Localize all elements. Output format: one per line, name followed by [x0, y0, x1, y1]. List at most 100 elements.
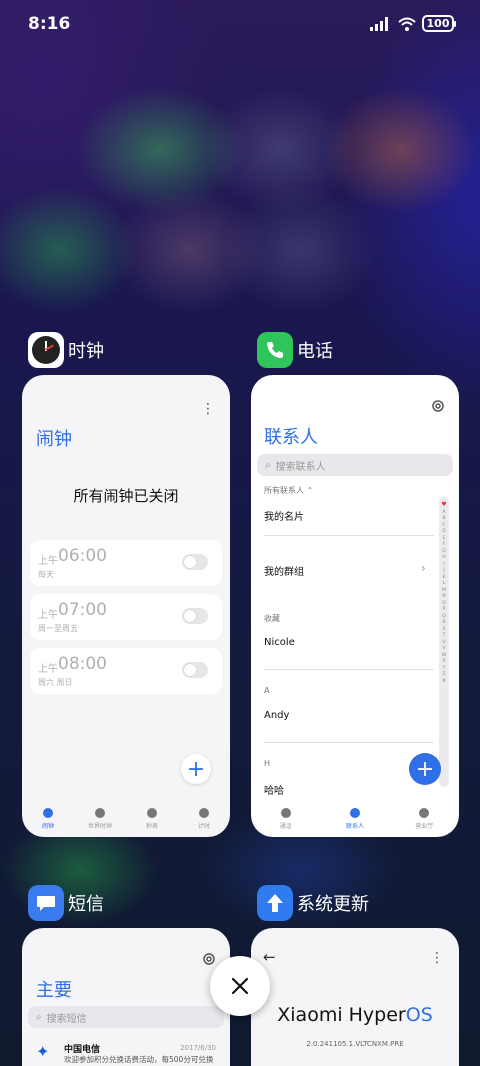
contact-row[interactable]: Nicole [264, 637, 295, 648]
battery-level: 100 [426, 17, 450, 30]
status-icons: 100 [370, 15, 456, 32]
alarm-time: 08:00 [58, 654, 107, 674]
contact-row[interactable]: 哈哈 [264, 782, 284, 797]
hourglass-icon [199, 808, 209, 818]
index-letter: I [443, 561, 445, 567]
index-letter: U [442, 639, 446, 645]
index-letter: B [442, 516, 446, 521]
settings-gear-icon[interactable] [431, 399, 445, 413]
index-letter: S [442, 626, 446, 632]
alarm-ampm: 上午 [38, 556, 58, 567]
clock-bottom-nav: 闹钟 世界时钟 秒表 计时 [22, 808, 230, 830]
os-name-accent: OS [405, 1004, 433, 1026]
nav-stopwatch[interactable]: 秒表 [127, 808, 177, 830]
alarm-toggle[interactable] [182, 554, 208, 570]
alarm-toggle[interactable] [182, 608, 208, 624]
alarm-ampm: 上午 [38, 664, 58, 675]
back-arrow-icon[interactable]: ← [263, 948, 276, 966]
heart-icon: ♥ [441, 501, 447, 508]
clock-app-name: 时钟 [68, 341, 104, 362]
alarm-days: 周六 周日 [38, 678, 73, 687]
status-bar: 8:16 100 [0, 0, 480, 50]
alarm-toggle[interactable] [182, 662, 208, 678]
nav-calls[interactable]: 通话 [261, 808, 311, 830]
index-letter: V [442, 646, 446, 651]
phone-app-name: 电话 [297, 341, 333, 362]
index-letter: M [442, 587, 446, 593]
nav-service-hall[interactable]: 营业厅 [399, 808, 449, 830]
divider [264, 535, 434, 536]
store-icon [419, 808, 430, 818]
phone-app-header[interactable]: 电话 [257, 332, 333, 368]
alarm-ampm: 上午 [38, 610, 58, 621]
nav-label: 通话 [279, 823, 292, 830]
index-letter: K [442, 574, 446, 580]
all-contacts-filter[interactable]: 所有联系人 ⌃ [264, 485, 313, 496]
close-icon [231, 977, 249, 995]
alarm-days: 每天 [38, 570, 54, 579]
sms-search-input[interactable]: ⌕ 搜索短信 [28, 1006, 224, 1028]
os-title: Xiaomi HyperOS [251, 1004, 459, 1026]
clock-app-card[interactable]: ⋮ 闹钟 所有闹钟已关闭 上午 06:00 每天 上午 07:00 周一至周五 … [22, 375, 230, 837]
alphabet-index-scrollbar[interactable]: ♥ A B C D E F G H I J K L M N O P Q R S … [439, 497, 449, 787]
nav-label: 世界时钟 [87, 823, 112, 830]
contact-row[interactable]: Andy [264, 710, 289, 721]
phone-app-card[interactable]: 联系人 ⌕ 搜索联系人 所有联系人 ⌃ 我的名片 我的群组 › 收藏 Nicol… [251, 375, 459, 837]
more-options-icon[interactable]: ⋮ [201, 401, 215, 417]
index-letter: R [442, 620, 446, 625]
alarm-row[interactable]: 上午 07:00 周一至周五 [30, 594, 222, 640]
index-letter: Z [442, 672, 446, 677]
stopwatch-icon [147, 808, 157, 818]
close-all-button[interactable] [210, 956, 270, 1016]
update-app-name: 系统更新 [297, 894, 369, 915]
search-placeholder: 搜索联系人 [275, 461, 326, 473]
index-letter: # [442, 678, 446, 684]
contacts-search-input[interactable]: ⌕ 搜索联系人 [257, 454, 453, 476]
my-groups-row[interactable]: 我的群组 [264, 563, 304, 578]
update-app-icon [257, 885, 293, 921]
index-letter: J [443, 568, 445, 573]
nav-world-clock[interactable]: 世界时钟 [75, 808, 125, 830]
index-letter: P [442, 607, 446, 612]
index-letter: X [442, 659, 446, 664]
index-letter: Y [442, 665, 446, 671]
search-placeholder: 搜索短信 [46, 1013, 87, 1025]
sms-app-header[interactable]: 短信 [28, 885, 104, 921]
index-letter: H [442, 555, 446, 560]
index-letter: E [442, 535, 446, 541]
sms-app-name: 短信 [68, 894, 104, 915]
nav-label: 闹钟 [41, 823, 54, 830]
nav-contacts[interactable]: 联系人 [330, 808, 380, 830]
clock-app-icon [28, 332, 64, 368]
search-icon: ⌕ [265, 459, 271, 471]
index-letter: O [442, 600, 446, 606]
nav-label: 秒表 [145, 823, 158, 830]
nav-timer[interactable]: 计时 [179, 808, 229, 830]
add-contact-button[interactable]: + [409, 753, 441, 785]
alarm-row[interactable]: 上午 06:00 每天 [30, 540, 222, 586]
index-letter: N [442, 594, 446, 599]
search-icon: ⌕ [36, 1011, 42, 1023]
index-letter: F [442, 542, 446, 547]
alarm-row[interactable]: 上午 08:00 周六 周日 [30, 648, 222, 694]
update-app-card[interactable]: ← ⋮ Xiaomi HyperOS 2.0.241105.1.VLTCNXM.… [251, 928, 459, 1066]
sms-date: 2017/6/30 [180, 1044, 216, 1052]
add-alarm-button[interactable]: + [181, 754, 211, 784]
phone-app-icon [257, 332, 293, 368]
index-letter: Q [442, 613, 446, 619]
nav-alarm[interactable]: 闹钟 [23, 808, 73, 830]
nav-label: 计时 [197, 823, 210, 830]
alarm-days: 周一至周五 [38, 624, 78, 633]
sms-app-card[interactable]: 主要 ⌕ 搜索短信 ✦ 中国电信 2017/6/30 欢迎参加积分兑换话费活动，… [22, 928, 230, 1066]
index-letter: C [442, 522, 446, 528]
alarm-icon [43, 808, 53, 818]
update-app-header[interactable]: 系统更新 [257, 885, 369, 921]
my-card-row[interactable]: 我的名片 [264, 508, 304, 523]
more-options-icon[interactable]: ⋮ [430, 950, 444, 966]
settings-gear-icon[interactable] [202, 952, 216, 966]
nav-label: 营业厅 [415, 823, 434, 830]
index-letter: T [442, 633, 446, 638]
clock-app-header[interactable]: 时钟 [28, 332, 104, 368]
alarm-time: 07:00 [58, 600, 107, 620]
phone-bottom-nav: 通话 联系人 营业厅 [251, 808, 459, 830]
